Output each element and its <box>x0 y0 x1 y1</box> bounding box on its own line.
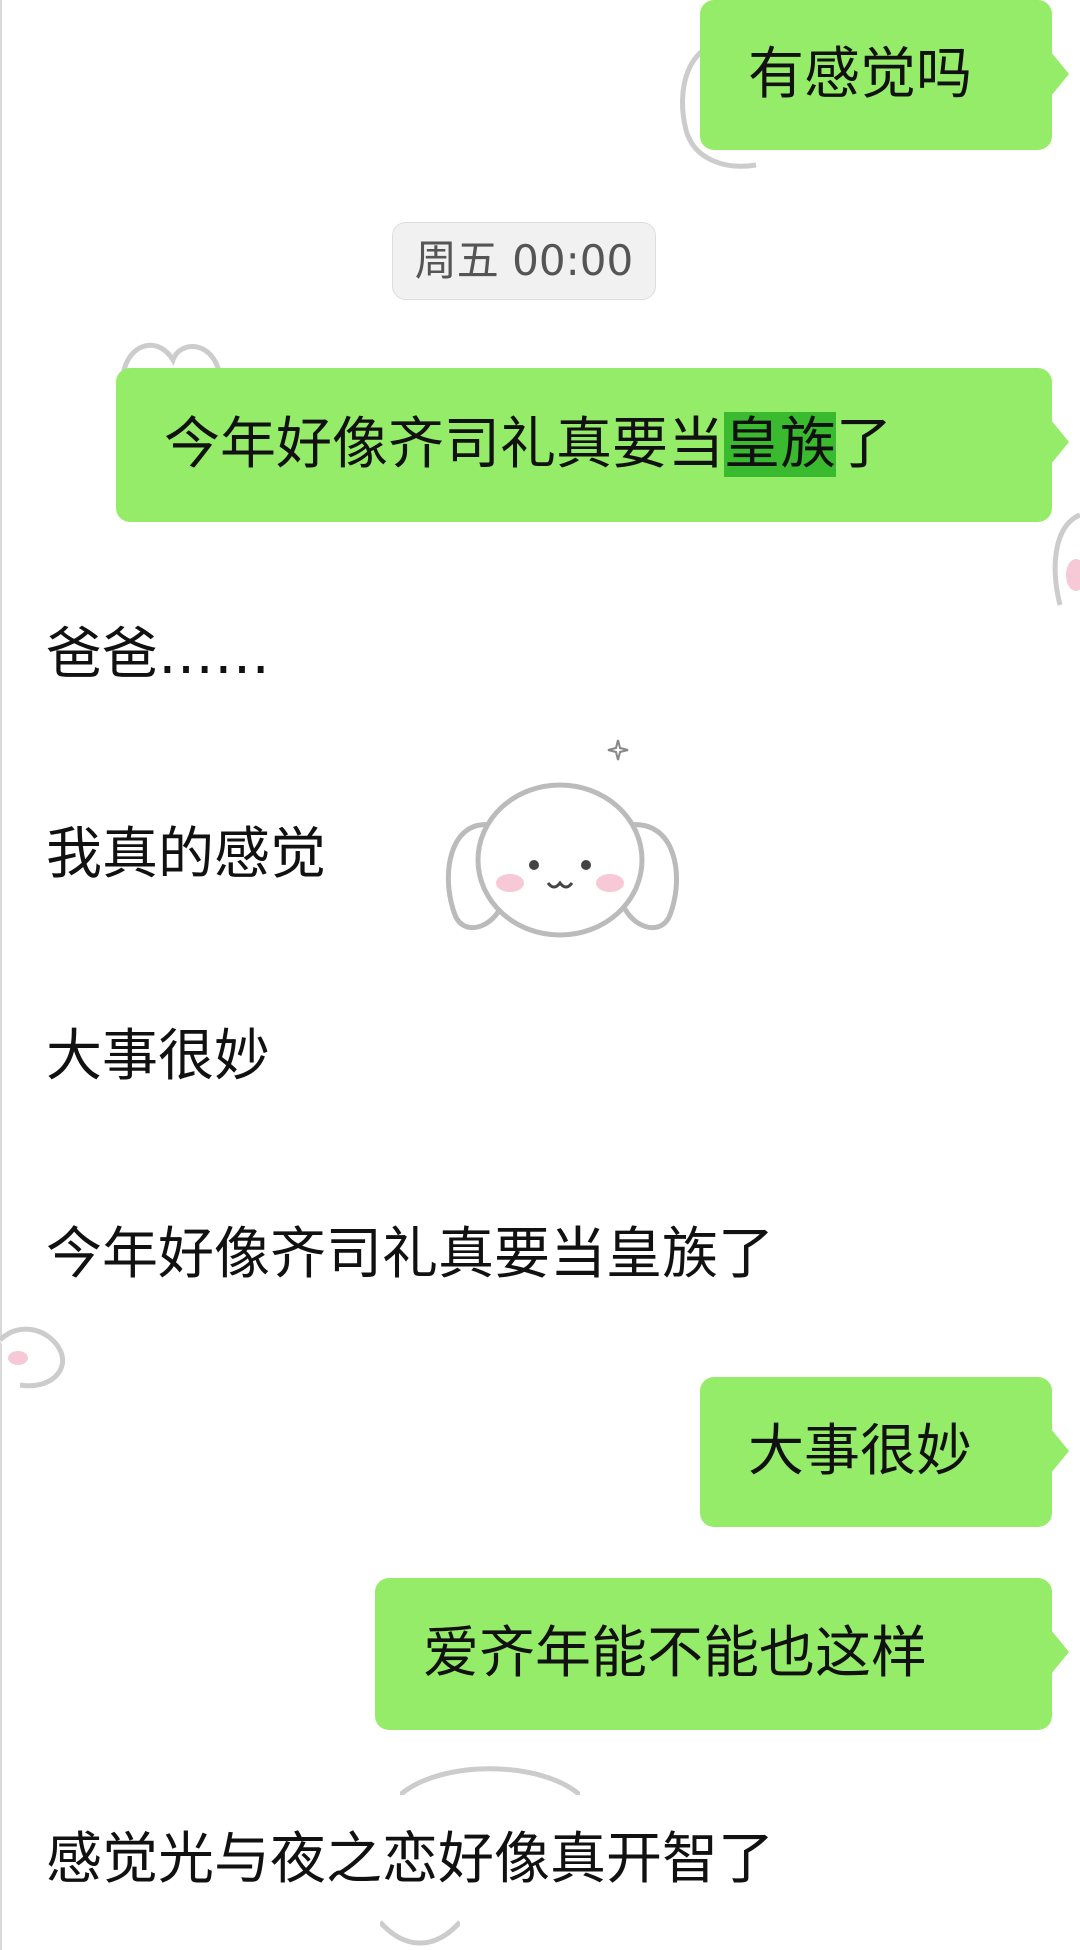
bubble-tail <box>1051 1429 1069 1473</box>
bunny-sticker-left <box>0 1320 80 1390</box>
bubble-tail <box>1051 1630 1069 1674</box>
bunny-sticker-bottom <box>400 1755 580 1795</box>
received-message[interactable]: 爸爸…… <box>46 620 270 690</box>
message-text: 爱齐年能不能也这样 <box>423 1621 927 1686</box>
message-text: 今年好像齐司礼真要当 <box>164 412 724 477</box>
sent-message-bubble[interactable]: 有感觉吗 <box>700 0 1069 150</box>
received-message[interactable]: 感觉光与夜之恋好像真开智了 <box>46 1825 774 1895</box>
timestamp-label: 周五 00:00 <box>392 222 656 300</box>
sent-message-bubble[interactable]: 今年好像齐司礼真要当皇族了 <box>116 368 1069 522</box>
message-text: 了 <box>836 412 892 477</box>
highlighted-text: 皇族 <box>724 412 836 477</box>
sent-message-bubble[interactable]: 大事很妙 <box>700 1377 1069 1527</box>
bunny-sticker-right <box>1050 505 1080 625</box>
bubble-tail <box>1051 420 1069 464</box>
received-message[interactable]: 我真的感觉 <box>46 820 326 890</box>
bubble-tail <box>1051 52 1069 96</box>
page-edge <box>0 0 2 1950</box>
message-text: 有感觉吗 <box>748 42 972 107</box>
sparkle-icon <box>606 738 630 762</box>
message-text: 大事很妙 <box>748 1419 972 1484</box>
received-message[interactable]: 大事很妙 <box>46 1022 270 1092</box>
sent-message-bubble[interactable]: 爱齐年能不能也这样 <box>375 1578 1069 1730</box>
received-message[interactable]: 今年好像齐司礼真要当皇族了 <box>46 1220 774 1290</box>
cinnamoroll-sticker <box>430 765 690 955</box>
bunny-sticker-corner <box>380 1912 460 1950</box>
